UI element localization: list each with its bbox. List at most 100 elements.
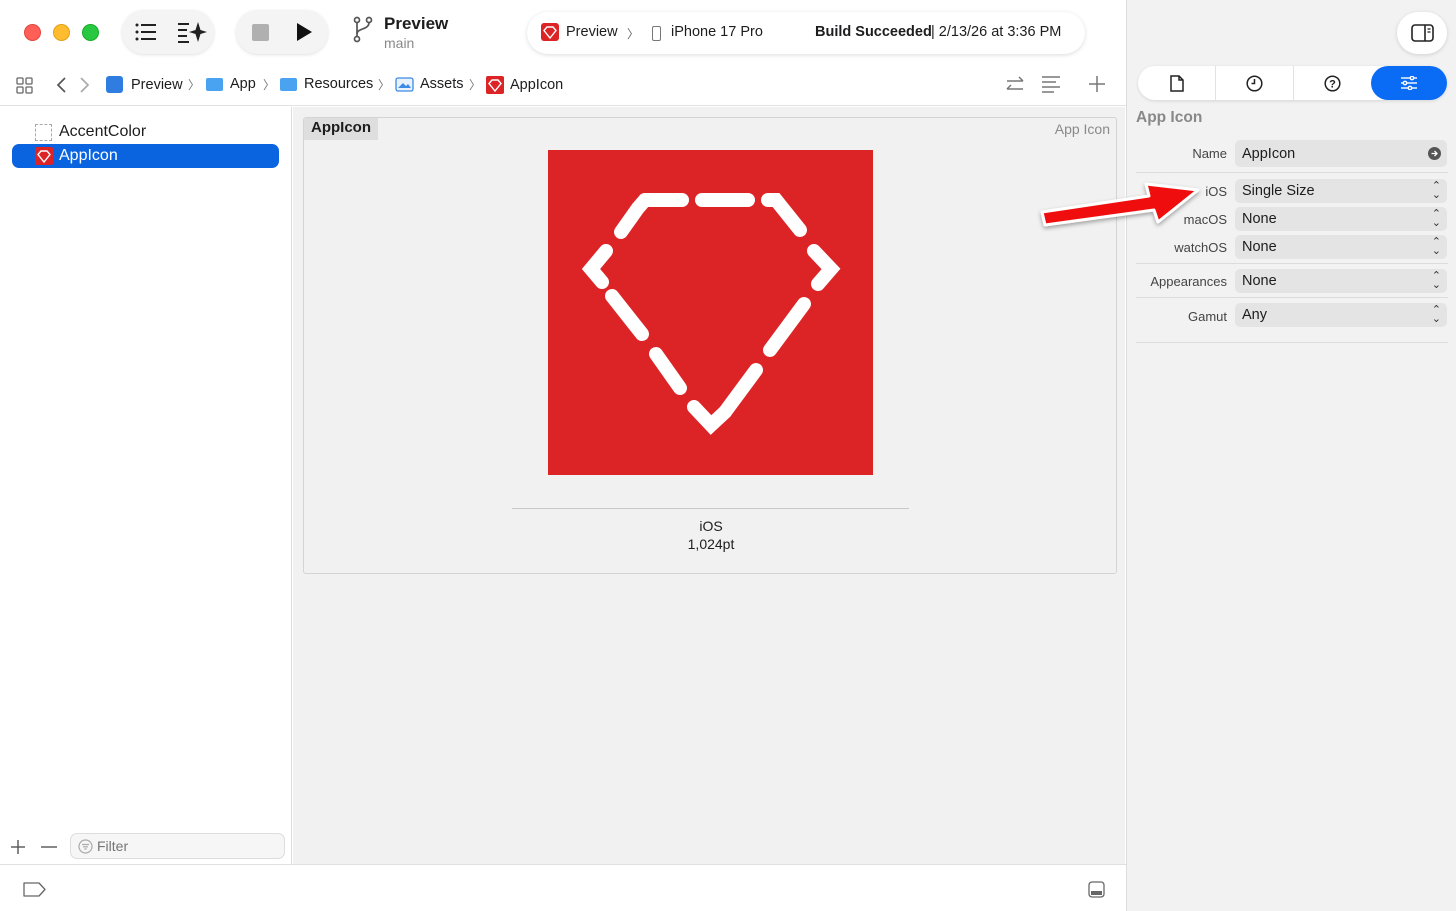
name-value: AppIcon xyxy=(1242,145,1296,162)
updown-chevron-icon: ⌃ ⌄ xyxy=(1431,180,1441,201)
project-icon xyxy=(106,76,123,93)
chevron-right-icon: 〉 xyxy=(188,78,201,92)
editor-options-icon[interactable] xyxy=(1041,75,1061,93)
asset-editor: AppIcon App Icon iOS 1,024pt xyxy=(293,107,1125,864)
list-icon xyxy=(135,23,156,41)
filter-icon xyxy=(78,839,93,854)
stop-button[interactable] xyxy=(238,10,282,54)
tab-attributes-inspector[interactable] xyxy=(1371,66,1447,100)
arrow-circle-right-icon[interactable] xyxy=(1428,147,1441,160)
scheme-name[interactable]: Preview xyxy=(384,14,448,34)
related-items-grid-icon[interactable] xyxy=(16,77,33,94)
app-icon-small xyxy=(541,23,559,41)
folder-icon xyxy=(280,77,297,91)
add-icon[interactable] xyxy=(11,840,25,854)
activity-scheme[interactable]: Preview xyxy=(566,24,618,40)
jump-bar: Preview 〉 App 〉 Resources 〉 Assets 〉 App… xyxy=(0,66,1126,106)
chevron-right-icon: 〉 xyxy=(378,78,391,92)
name-field[interactable]: AppIcon xyxy=(1235,140,1447,167)
updown-chevron-icon: ⌃ ⌄ xyxy=(1431,270,1441,291)
name-label: Name xyxy=(1192,146,1227,161)
breadcrumb-project[interactable]: Preview xyxy=(106,76,183,93)
gamut-value: Any xyxy=(1242,307,1267,323)
forward-chevron-icon[interactable] xyxy=(79,76,91,94)
ruby-gem-icon xyxy=(581,193,841,435)
folder-icon xyxy=(206,77,223,91)
updown-chevron-icon: ⌃ ⌄ xyxy=(1431,304,1441,325)
list-item-appicon[interactable]: AppIcon xyxy=(12,144,279,168)
help-icon: ? xyxy=(1324,74,1341,92)
ios-value: Single Size xyxy=(1242,183,1315,199)
activity-viewer: Preview 〉 iPhone 17 Pro Build Succeeded … xyxy=(527,12,1085,54)
asset-navigator: AccentColor AppIcon xyxy=(0,107,292,864)
tab-file-inspector[interactable] xyxy=(1138,66,1215,100)
toggle-debug-area-icon[interactable] xyxy=(1088,881,1105,898)
macos-popup[interactable]: None ⌃ ⌄ xyxy=(1235,207,1447,231)
breadcrumb-appicon[interactable]: AppIcon xyxy=(486,76,563,94)
appearances-value: None xyxy=(1242,273,1277,289)
back-chevron-icon[interactable] xyxy=(55,76,67,94)
ios-popup[interactable]: Single Size ⌃ ⌄ xyxy=(1235,179,1447,203)
app-icon-well[interactable] xyxy=(548,150,873,475)
breadcrumb-resources-folder[interactable]: Resources xyxy=(280,76,373,92)
updown-chevron-icon: ⌃ ⌄ xyxy=(1431,208,1441,229)
icon-set-name[interactable]: AppIcon xyxy=(304,118,378,140)
divider xyxy=(1136,263,1448,264)
app-icon-small xyxy=(486,76,504,94)
add-editor-icon[interactable] xyxy=(1088,75,1106,93)
chevron-right-icon: 〉 xyxy=(469,78,482,92)
status-bar xyxy=(0,864,1126,911)
breadcrumb-label: Resources xyxy=(304,76,374,92)
appearances-label: Appearances xyxy=(1150,274,1227,289)
updown-chevron-icon: ⌃ ⌄ xyxy=(1431,236,1441,257)
icon-set-panel: AppIcon App Icon iOS 1,024pt xyxy=(303,117,1117,574)
breadcrumb-label: AppIcon xyxy=(510,77,564,93)
close-window-button[interactable] xyxy=(24,24,41,41)
chevron-right-icon: 〉 xyxy=(627,27,640,41)
asset-catalog-icon xyxy=(395,77,414,92)
iphone-icon xyxy=(652,26,661,41)
sparkle-lines-icon xyxy=(178,22,207,43)
zoom-window-button[interactable] xyxy=(82,24,99,41)
branch-icon xyxy=(353,16,373,43)
sliders-icon xyxy=(1401,76,1417,90)
filter-input[interactable] xyxy=(97,837,277,855)
annotation-arrow-icon xyxy=(1040,182,1200,227)
remove-icon[interactable] xyxy=(41,840,57,854)
activity-device[interactable]: iPhone 17 Pro xyxy=(671,24,763,40)
tab-quick-help[interactable]: ? xyxy=(1293,66,1371,100)
appearances-popup[interactable]: None ⌃ ⌄ xyxy=(1235,269,1447,293)
breadcrumb-assets[interactable]: Assets xyxy=(395,76,464,92)
slot-size: 1,024pt xyxy=(687,536,735,552)
icon-set-type: App Icon xyxy=(1054,121,1110,137)
play-icon xyxy=(297,23,312,41)
list-item-accentcolor[interactable]: AccentColor xyxy=(12,120,279,144)
swap-arrows-icon[interactable] xyxy=(1004,74,1026,96)
filter-field[interactable] xyxy=(70,833,285,859)
toolbar: Preview main Preview 〉 iPhone 17 Pro Bui… xyxy=(0,0,1126,66)
build-timestamp: | 2/13/26 at 3:36 PM xyxy=(931,24,1062,40)
coding-assistant-button[interactable] xyxy=(170,10,214,54)
list-item-label: AccentColor xyxy=(59,123,147,140)
toggle-inspector-button[interactable] xyxy=(1397,12,1447,54)
breadcrumb-label: Assets xyxy=(420,76,464,92)
watchos-value: None xyxy=(1242,239,1277,255)
svg-text:?: ? xyxy=(1329,78,1336,90)
clock-icon xyxy=(1246,74,1263,92)
divider xyxy=(1136,342,1448,343)
breadcrumb-label: Preview xyxy=(131,76,183,93)
breadcrumb-app-folder[interactable]: App xyxy=(206,76,256,92)
minimize-window-button[interactable] xyxy=(53,24,70,41)
watchos-label: watchOS xyxy=(1174,240,1227,255)
run-button[interactable] xyxy=(282,10,326,54)
gamut-popup[interactable]: Any ⌃ ⌄ xyxy=(1235,303,1447,327)
slot-platform: iOS xyxy=(699,518,723,534)
watchos-popup[interactable]: None ⌃ ⌄ xyxy=(1235,235,1447,259)
breadcrumb-label: App xyxy=(230,76,256,92)
tab-history-inspector[interactable] xyxy=(1215,66,1293,100)
divider xyxy=(1136,297,1448,298)
macos-value: None xyxy=(1242,211,1277,227)
tag-icon[interactable] xyxy=(22,882,46,897)
slot-divider xyxy=(512,508,909,509)
navigator-list-button[interactable] xyxy=(124,10,168,54)
